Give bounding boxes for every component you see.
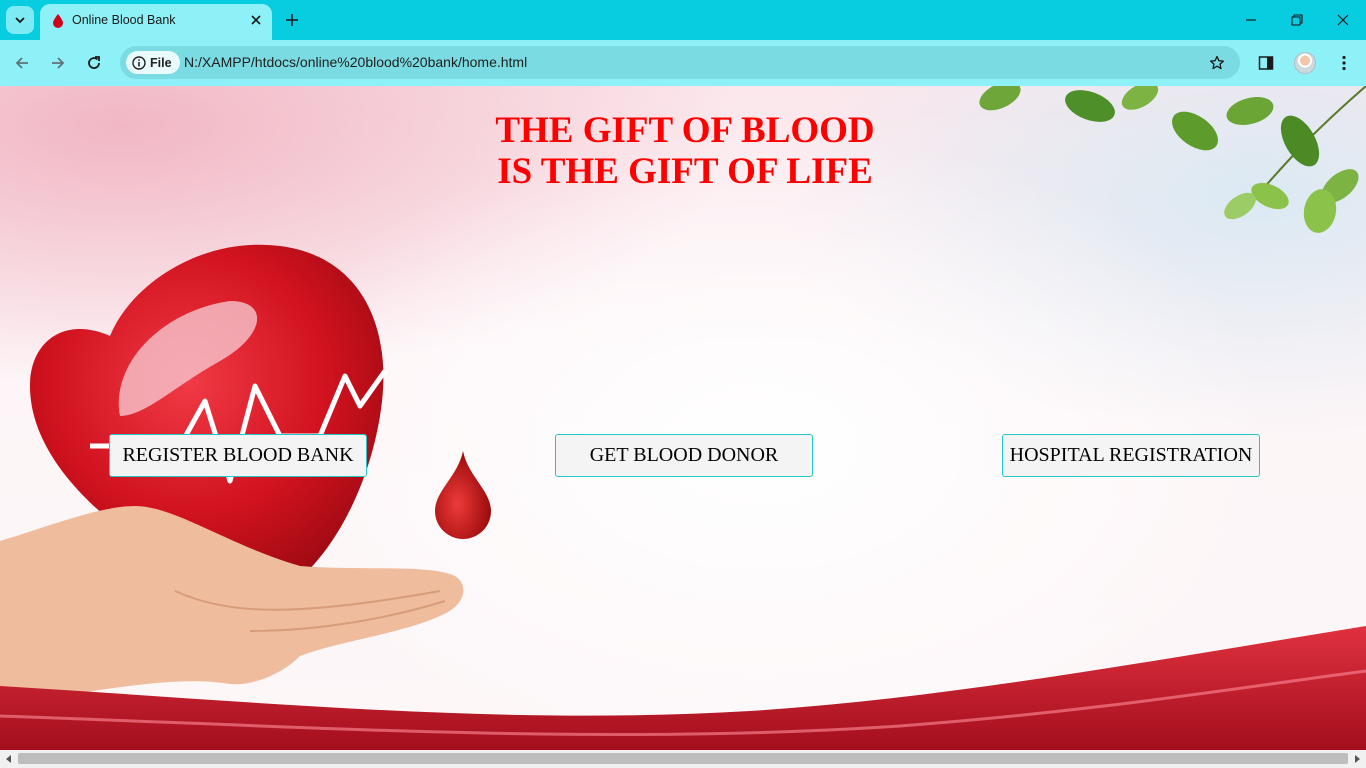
horizontal-scrollbar[interactable] [0,750,1366,768]
back-arrow-icon [15,57,28,69]
hospital-registration-button[interactable]: HOSPITAL REGISTRATION [1002,434,1260,477]
minimize-button[interactable] [1229,6,1273,34]
restore-button[interactable] [1275,6,1319,34]
leaves-decoration [979,86,1366,233]
menu-button[interactable] [1330,49,1358,77]
side-panel-button[interactable] [1252,49,1280,77]
minimize-icon [1246,19,1256,21]
get-blood-donor-button[interactable]: GET BLOOD DONOR [555,434,813,477]
tab-title: Online Blood Bank [72,13,176,27]
scroll-right-button[interactable] [1351,753,1363,765]
arrow-right-icon [1355,755,1360,763]
headline-line-2: IS THE GIFT OF LIFE [497,151,873,192]
site-info-chip[interactable]: File [126,51,180,74]
browser-tab[interactable]: Online Blood Bank [40,4,272,40]
site-chip-label: File [150,55,172,70]
forward-button[interactable] [44,49,72,77]
close-icon [251,15,261,25]
reload-icon [88,56,100,69]
page-headline: THE GIFT OF BLOOD IS THE GIFT OF LIFE [386,110,984,192]
star-icon [1209,55,1225,70]
arrow-left-icon [6,755,11,763]
profile-button[interactable] [1291,49,1319,77]
side-panel-icon [1258,56,1274,70]
close-window-button[interactable] [1321,6,1365,34]
tab-search-button[interactable] [6,6,34,34]
close-icon [1337,14,1349,26]
tab-strip: Online Blood Bank [0,0,1366,40]
info-icon [132,55,146,70]
bookmark-button[interactable] [1206,52,1228,74]
browser-toolbar: File N:/XAMPP/htdocs/online%20blood%20ba… [0,40,1366,86]
avatar [1294,52,1316,74]
page-content: THE GIFT OF BLOOD IS THE GIFT OF LIFE RE… [0,86,1366,750]
forward-arrow-icon [52,57,65,69]
reload-button[interactable] [80,49,108,77]
tab-close-button[interactable] [246,10,266,30]
new-tab-button[interactable] [280,8,304,32]
blood-drop-illustration [435,451,491,539]
back-button[interactable] [8,49,36,77]
blood-drop-icon [53,14,63,28]
address-bar[interactable]: File N:/XAMPP/htdocs/online%20blood%20ba… [120,46,1240,79]
scroll-left-button[interactable] [3,753,15,765]
headline-line-1: THE GIFT OF BLOOD [495,110,875,151]
plus-icon [286,14,298,26]
url-text[interactable]: N:/XAMPP/htdocs/online%20blood%20bank/ho… [184,54,527,70]
scrollbar-thumb[interactable] [18,753,1348,764]
register-blood-bank-button[interactable]: REGISTER BLOOD BANK [109,434,367,477]
restore-icon [1291,14,1303,26]
more-vertical-icon [1342,55,1346,71]
chevron-down-icon [15,17,25,24]
